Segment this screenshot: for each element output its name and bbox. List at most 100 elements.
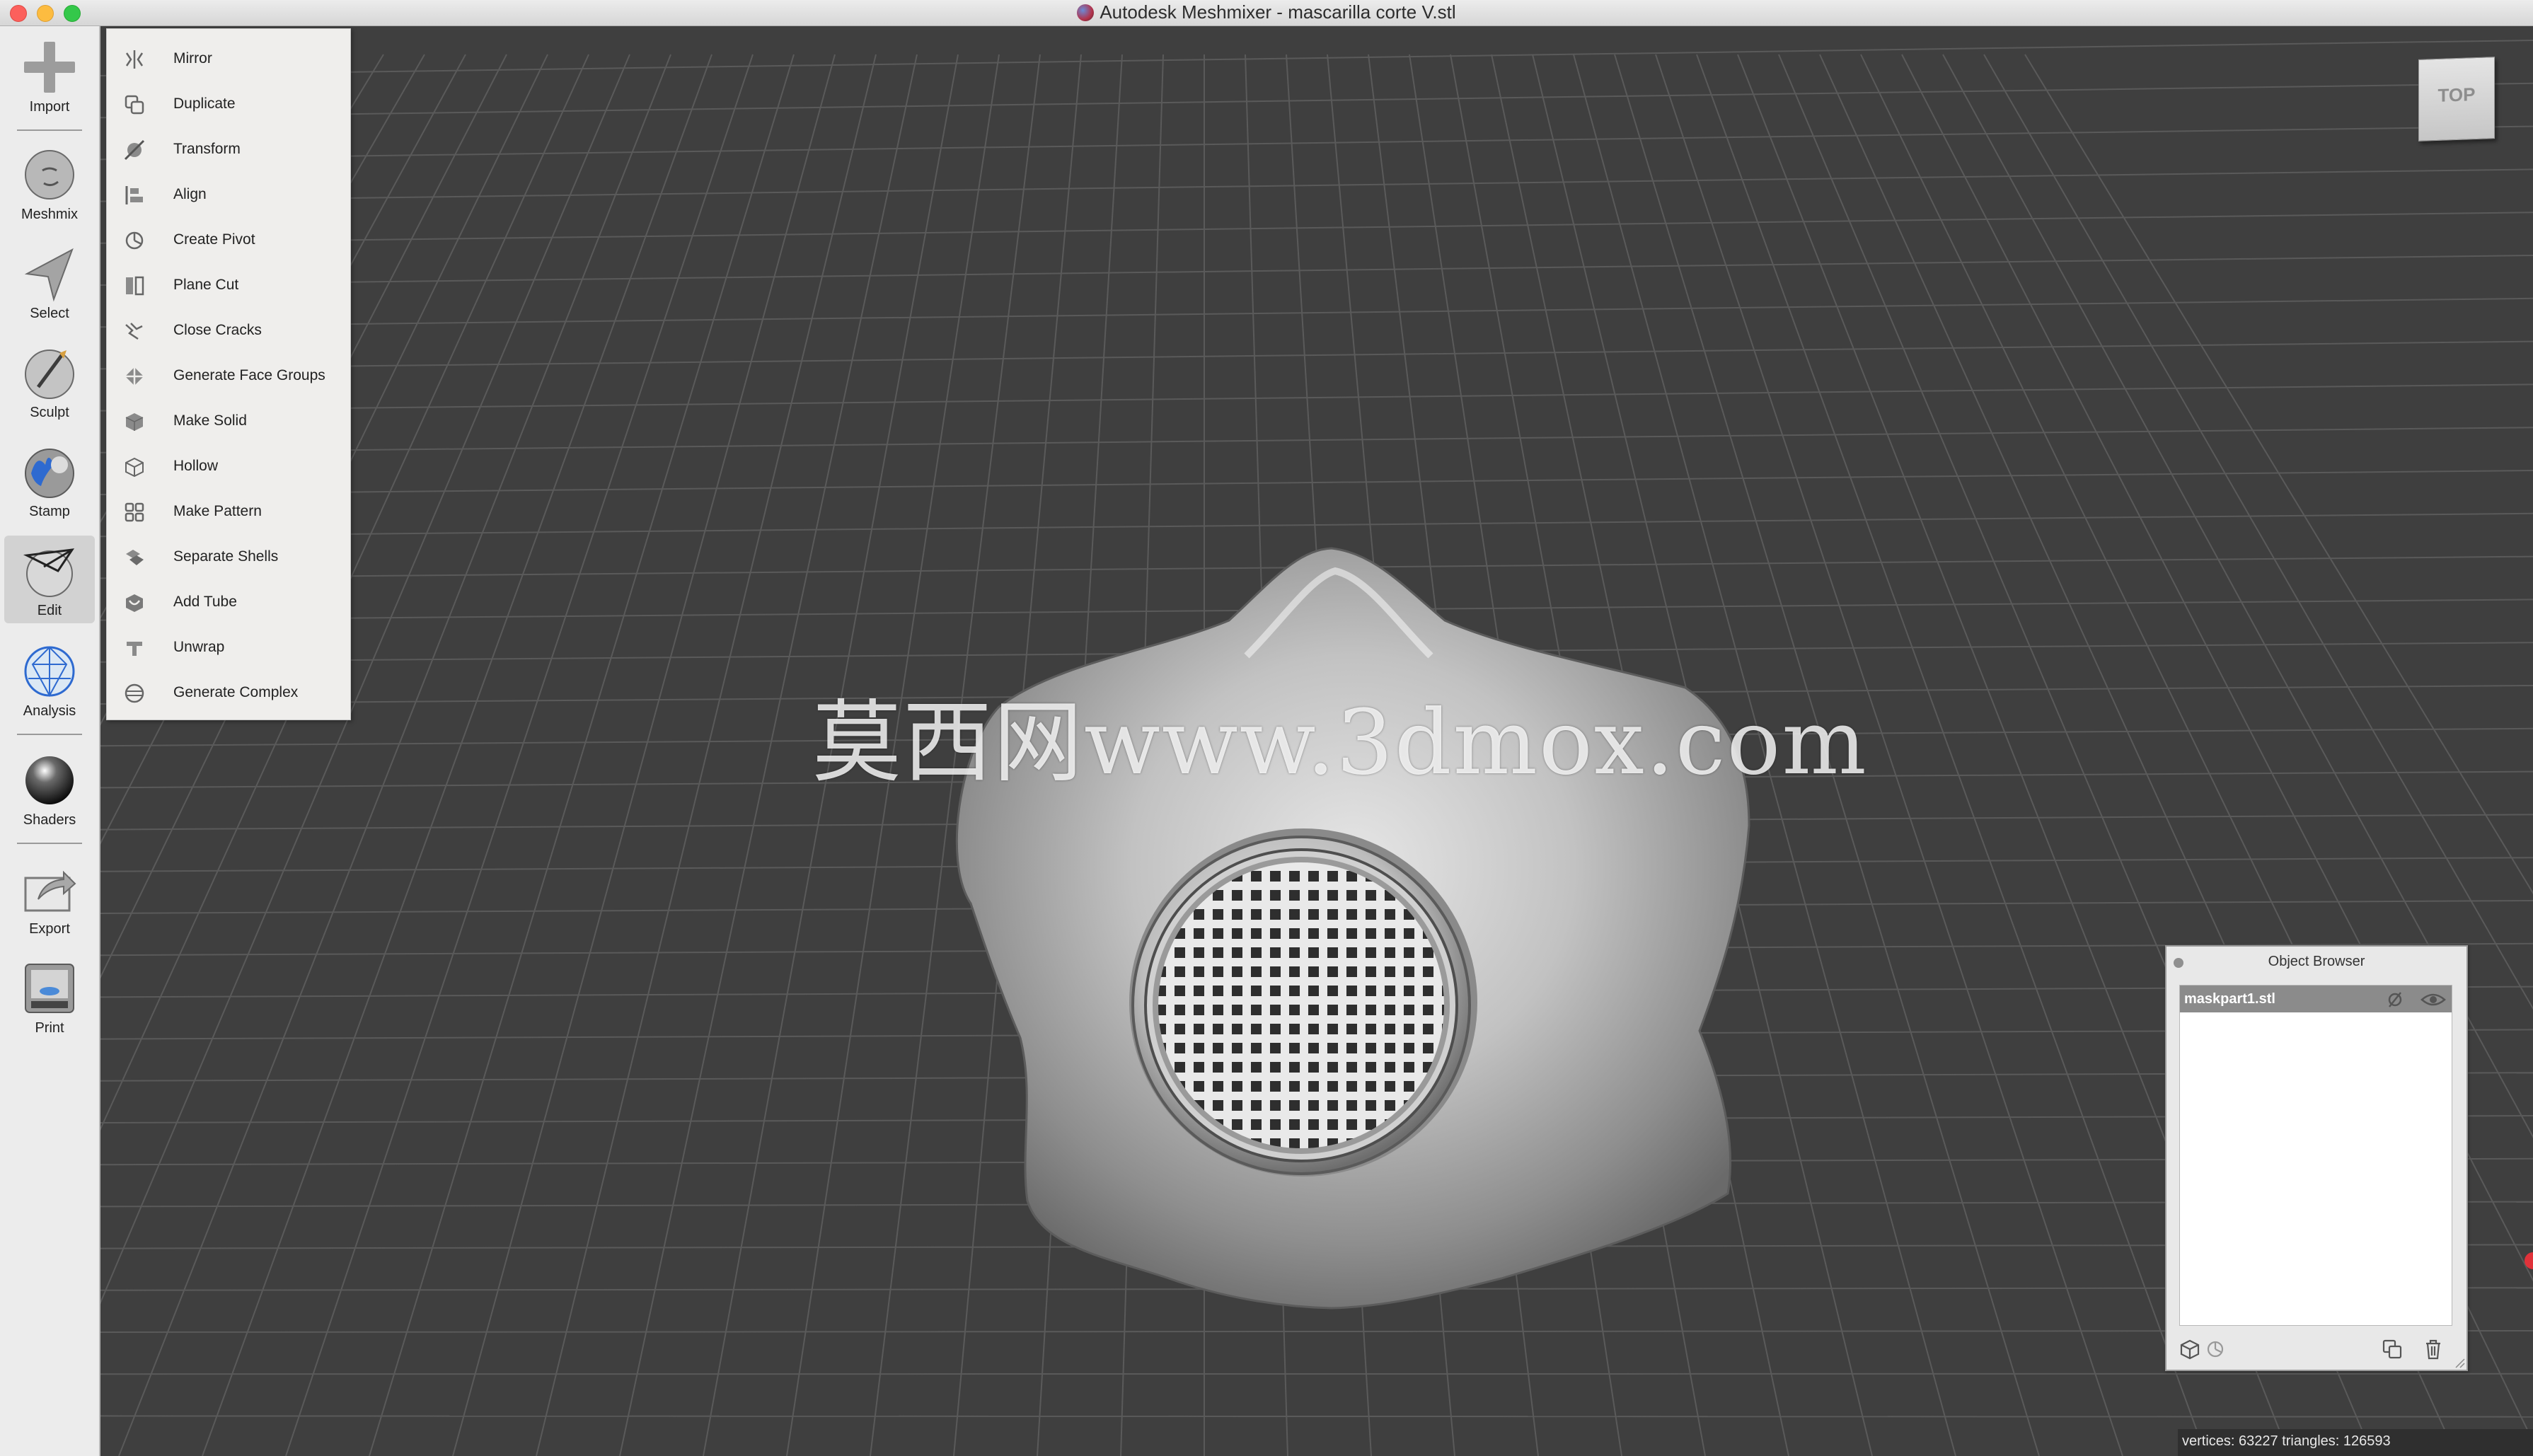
plane-cut-icon: [126, 276, 144, 296]
transform-icon: [124, 139, 145, 161]
grid-line: [100, 383, 2533, 412]
menu-item-plane-cut[interactable]: Plane Cut: [107, 262, 350, 308]
object-browser-panel: Object Browser maskpart1.stl: [2165, 945, 2468, 1371]
grid-line: [100, 82, 2533, 119]
toolbar-divider: [17, 129, 82, 131]
grid-line: [100, 427, 2533, 453]
menu-item-add-tube[interactable]: Add Tube: [107, 579, 350, 625]
menu-item-label: Align: [173, 186, 207, 202]
menu-item-hollow[interactable]: Hollow: [107, 444, 350, 489]
grid-line: [285, 54, 754, 1456]
menu-item-label: Unwrap: [173, 639, 225, 655]
plus-icon: [24, 42, 75, 93]
export-icon: [24, 870, 76, 912]
view-cube[interactable]: TOP: [2418, 57, 2495, 141]
menu-item-label: Transform: [173, 141, 241, 157]
menu-item-label: Generate Complex: [173, 684, 299, 700]
grid-line: [100, 212, 2533, 244]
tool-label: Import: [29, 99, 70, 115]
tool-label: Shaders: [23, 812, 76, 828]
stamp-icon: [25, 449, 74, 498]
mirror-icon: [125, 50, 144, 69]
align-icon: [125, 186, 143, 204]
menu-item-label: Duplicate: [173, 96, 236, 112]
edit-sphere-icon: [23, 548, 75, 597]
grid-line: [100, 470, 2533, 495]
pivot-edit-icon[interactable]: [2385, 990, 2405, 1010]
menu-item-generate-complex[interactable]: Generate Complex: [107, 670, 350, 715]
grid-line: [369, 54, 795, 1456]
menu-item-close-cracks[interactable]: Close Cracks: [107, 308, 350, 353]
close-cracks-icon: [125, 323, 143, 340]
tool-shaders[interactable]: Shaders: [4, 745, 95, 833]
tool-sculpt[interactable]: Sculpt: [4, 337, 95, 425]
watermark-text: 莫西网www.3dmox.com: [812, 691, 1868, 795]
menu-item-align[interactable]: Align: [107, 172, 350, 217]
tool-label: Stamp: [29, 504, 70, 519]
trash-icon[interactable]: [2423, 1339, 2444, 1360]
menu-item-label: Generate Face Groups: [173, 367, 325, 383]
menu-item-create-pivot[interactable]: Create Pivot: [107, 217, 350, 262]
menu-item-transform[interactable]: Transform: [107, 127, 350, 172]
unwrap-icon: [127, 642, 142, 656]
make-pattern-icon: [125, 502, 144, 522]
menu-item-label: Create Pivot: [173, 231, 255, 248]
tool-label: Export: [29, 921, 70, 937]
tool-import[interactable]: Import: [4, 32, 95, 120]
grid-line: [100, 125, 2533, 161]
visibility-eye-icon[interactable]: [2421, 990, 2446, 1010]
tool-label: Sculpt: [30, 405, 69, 420]
menu-item-separate-shells[interactable]: Separate Shells: [107, 534, 350, 579]
grid-line: [100, 340, 2533, 370]
hollow-icon: [125, 457, 144, 478]
grid-line: [100, 168, 2533, 202]
duplicate-object-icon[interactable]: [2382, 1339, 2403, 1360]
grid-line: [100, 40, 2533, 76]
tool-stamp[interactable]: Stamp: [4, 437, 95, 524]
grid-line: [100, 255, 2533, 286]
printer-icon: [25, 964, 74, 1013]
menu-item-label: Make Solid: [173, 412, 247, 429]
pivot-icon[interactable]: [2205, 1339, 2226, 1360]
menu-item-label: Add Tube: [173, 594, 237, 610]
make-solid-icon: [125, 413, 144, 431]
menu-item-label: Hollow: [173, 458, 219, 474]
tool-print[interactable]: Print: [4, 953, 95, 1041]
tool-label: Edit: [37, 603, 62, 618]
window-title: Autodesk Meshmixer - mascarilla corte V.…: [1100, 1, 1456, 23]
menu-item-make-pattern[interactable]: Make Pattern: [107, 489, 350, 534]
mesh-stats-text: vertices: 63227 triangles: 126593: [2182, 1433, 2391, 1449]
tool-analysis[interactable]: Analysis: [4, 636, 95, 724]
left-toolbar: Import Meshmix Select Sculpt Stamp Edit …: [0, 26, 100, 1456]
title-bar: Autodesk Meshmixer - mascarilla corte V.…: [0, 0, 2533, 26]
menu-item-make-solid[interactable]: Make Solid: [107, 398, 350, 444]
duplicate-icon: [125, 95, 144, 115]
resize-grip-icon[interactable]: [2454, 1357, 2465, 1368]
tool-select[interactable]: Select: [4, 238, 95, 326]
window-title-area: Autodesk Meshmixer - mascarilla corte V.…: [0, 0, 2533, 25]
object-name: maskpart1.stl: [2184, 991, 2275, 1007]
menu-item-label: Close Cracks: [173, 322, 262, 338]
grid-line: [452, 54, 836, 1456]
tool-export[interactable]: Export: [4, 854, 95, 942]
separate-shells-icon: [126, 550, 144, 565]
panel-title: Object Browser: [2268, 954, 2365, 969]
tool-edit[interactable]: Edit: [4, 536, 95, 623]
create-pivot-icon: [125, 231, 144, 250]
tool-meshmix[interactable]: Meshmix: [4, 139, 95, 227]
sculpt-brush-icon: [25, 349, 74, 399]
add-tube-icon: [126, 594, 143, 612]
menu-item-unwrap[interactable]: Unwrap: [107, 625, 350, 670]
meshmix-head-icon: [25, 150, 74, 200]
object-row[interactable]: maskpart1.stl: [2180, 986, 2452, 1012]
menu-item-generate-face-groups[interactable]: Generate Face Groups: [107, 353, 350, 398]
cube-icon[interactable]: [2179, 1339, 2200, 1360]
grid-line: [100, 512, 2533, 538]
menu-item-duplicate[interactable]: Duplicate: [107, 81, 350, 127]
generate-complex-icon: [125, 683, 144, 703]
menu-item-mirror[interactable]: Mirror: [107, 36, 350, 81]
toolbar-divider: [17, 843, 82, 844]
view-cube-face-label: TOP: [2437, 83, 2476, 106]
analysis-mesh-icon: [24, 646, 75, 698]
meshmixer-app-icon: [1077, 4, 1095, 21]
